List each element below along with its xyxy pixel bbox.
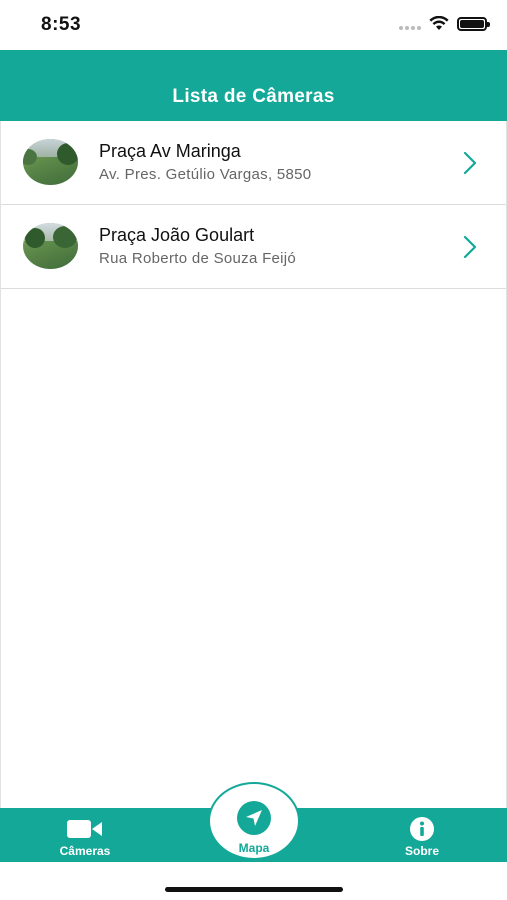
status-bar: 8:53 [0,0,507,50]
camera-thumbnail [23,223,78,269]
tab-sobre-label: Sobre [404,844,439,858]
camera-list: Praça Av Maringa Av. Pres. Getúlio Varga… [0,121,507,808]
home-indicator[interactable] [165,887,343,892]
chevron-right-icon [463,151,477,175]
camera-title: Praça João Goulart [99,225,255,245]
camera-list-item[interactable]: Praça Av Maringa Av. Pres. Getúlio Varga… [1,121,506,205]
camera-address: Rua Roberto de Souza Feijó [99,250,297,267]
home-area [0,862,507,900]
tab-mapa-label: Mapa [238,841,270,855]
camera-title: Praça Av Maringa [99,141,241,161]
camera-thumbnail [23,139,78,185]
page-title: Lista de Câmeras [172,86,335,107]
camera-list-item[interactable]: Praça João Goulart Rua Roberto de Souza … [1,205,506,289]
battery-icon [457,16,490,31]
video-camera-icon [66,817,104,841]
status-time: 8:53 [41,14,82,35]
navigation-bar: Lista de Câmeras [0,50,507,121]
info-icon [409,817,435,841]
location-arrow-icon [237,801,271,835]
tab-mapa[interactable]: Mapa [208,782,300,860]
chevron-right-icon [463,235,477,259]
tab-sobre[interactable]: Sobre [382,808,462,862]
cellular-signal-icon [399,18,421,30]
camera-address: Av. Pres. Getúlio Vargas, 5850 [99,166,312,183]
tab-cameras-label: Câmeras [59,844,111,858]
status-icons [399,16,490,31]
wifi-icon [429,16,449,30]
tab-cameras[interactable]: Câmeras [45,808,125,862]
